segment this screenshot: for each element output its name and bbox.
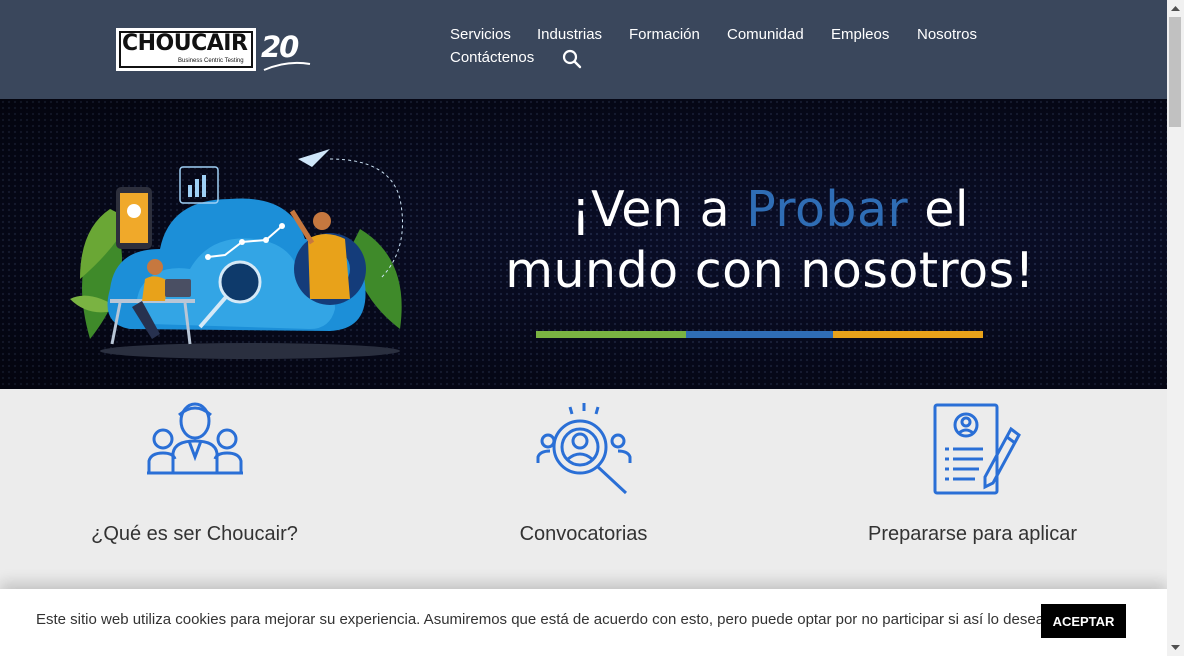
nav-formacion[interactable]: Formación xyxy=(629,26,700,43)
search-icon[interactable] xyxy=(562,49,582,69)
hero-title: ¡Ven a Probar el mundo con nosotros! xyxy=(505,181,1035,299)
hero-banner: ¡Ven a Probar el mundo con nosotros! xyxy=(0,99,1167,389)
hero-bar-green xyxy=(536,331,686,338)
logo-tagline: Business Centric Testing xyxy=(178,58,244,64)
swoosh-icon xyxy=(263,61,311,71)
feature-prepararse-para-aplicar[interactable]: Prepararse para aplicar xyxy=(778,389,1167,589)
feature-convocatorias[interactable]: Convocatorias xyxy=(389,389,778,589)
recruitment-search-icon xyxy=(536,403,631,495)
site-header: CHOUCAIR Business Centric Testing 20 Ser… xyxy=(0,0,1167,99)
nav-empleos[interactable]: Empleos xyxy=(831,26,889,43)
team-icon xyxy=(146,402,243,475)
hero-bar-orange xyxy=(833,331,983,338)
cookie-banner: Este sitio web utiliza cookies para mejo… xyxy=(0,589,1167,656)
resume-pencil-icon xyxy=(933,403,1021,495)
choucair-logo[interactable]: CHOUCAIR Business Centric Testing 20 xyxy=(116,28,316,74)
feature-label: Prepararse para aplicar xyxy=(868,523,1077,545)
logo-box: CHOUCAIR Business Centric Testing xyxy=(116,28,256,71)
cookie-message: Este sitio web utiliza cookies para mejo… xyxy=(36,611,1049,628)
nav-servicios[interactable]: Servicios xyxy=(450,26,511,43)
feature-label: ¿Qué es ser Choucair? xyxy=(91,523,298,545)
scroll-up-icon[interactable] xyxy=(1167,0,1184,17)
nav-comunidad[interactable]: Comunidad xyxy=(727,26,804,43)
features-section: ¿Qué es ser Choucair? Convocatorias Prep… xyxy=(0,389,1167,589)
feature-que-es-ser-choucair[interactable]: ¿Qué es ser Choucair? xyxy=(0,389,389,589)
nav-contactenos[interactable]: Contáctenos xyxy=(450,49,534,66)
nav-industrias[interactable]: Industrias xyxy=(537,26,602,43)
page-scrollbar[interactable] xyxy=(1167,0,1184,656)
hero-highlight: Probar xyxy=(746,181,909,238)
accept-cookies-button[interactable]: ACEPTAR xyxy=(1041,604,1126,638)
feature-label: Convocatorias xyxy=(519,523,648,545)
scroll-down-icon[interactable] xyxy=(1167,639,1184,656)
testing-illustration xyxy=(70,149,403,359)
logo-wordmark: CHOUCAIR xyxy=(122,31,248,56)
nav-nosotros[interactable]: Nosotros xyxy=(917,26,977,43)
scroll-thumb[interactable] xyxy=(1169,17,1181,127)
hero-bar-blue xyxy=(686,331,833,338)
